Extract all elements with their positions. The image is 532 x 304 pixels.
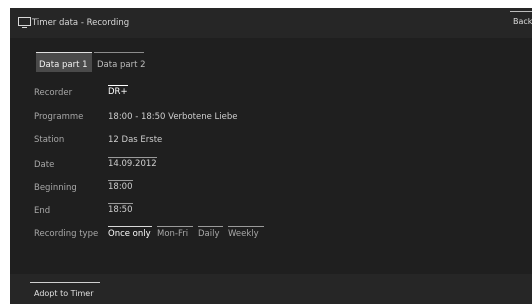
- tab-data-part-2[interactable]: Data part 2: [94, 52, 146, 72]
- recorder-field[interactable]: DR+: [108, 85, 128, 97]
- station-value: 12 Das Erste: [108, 135, 163, 145]
- date-label: Date: [34, 160, 55, 170]
- adopt-to-timer-button[interactable]: Adopt to Timer: [30, 282, 100, 304]
- programme-row: Programme 18:00 - 18:50 Verbotene Liebe: [34, 110, 504, 124]
- beginning-field[interactable]: 18:00: [108, 180, 133, 192]
- back-button[interactable]: Back: [510, 11, 532, 29]
- beginning-label: Beginning: [34, 183, 77, 193]
- page-title: Timer data - Recording: [32, 18, 130, 28]
- end-row: End 18:50: [34, 203, 504, 218]
- main-content: Data part 1 Data part 2 Recorder DR+ Pro…: [10, 38, 532, 274]
- recorder-label: Recorder: [34, 88, 73, 98]
- option-once-only[interactable]: Once only: [108, 226, 152, 240]
- title-bar: Timer data - Recording Back: [10, 8, 532, 38]
- station-row: Station 12 Das Erste: [34, 133, 504, 147]
- date-row: Date 14.09.2012: [34, 157, 504, 172]
- timer-data-screen: Timer data - Recording Back Data part 1 …: [10, 8, 532, 304]
- recording-type-row: Recording type Once only Mon-Fri Daily W…: [34, 226, 504, 241]
- beginning-row: Beginning 18:00: [34, 180, 504, 195]
- programme-value: 18:00 - 18:50 Verbotene Liebe: [108, 112, 238, 122]
- station-label: Station: [34, 135, 65, 145]
- tv-icon: [18, 17, 31, 28]
- footer-bar: Adopt to Timer: [10, 274, 532, 304]
- option-weekly[interactable]: Weekly: [228, 226, 264, 240]
- end-field[interactable]: 18:50: [108, 203, 133, 215]
- end-label: End: [34, 206, 51, 216]
- option-daily[interactable]: Daily: [198, 226, 223, 240]
- recording-type-label: Recording type: [34, 229, 99, 239]
- option-mon-fri[interactable]: Mon-Fri: [157, 226, 193, 240]
- date-field[interactable]: 14.09.2012: [108, 157, 157, 169]
- tab-data-part-1[interactable]: Data part 1: [36, 52, 92, 72]
- recorder-row: Recorder DR+: [34, 85, 504, 100]
- programme-label: Programme: [34, 112, 84, 122]
